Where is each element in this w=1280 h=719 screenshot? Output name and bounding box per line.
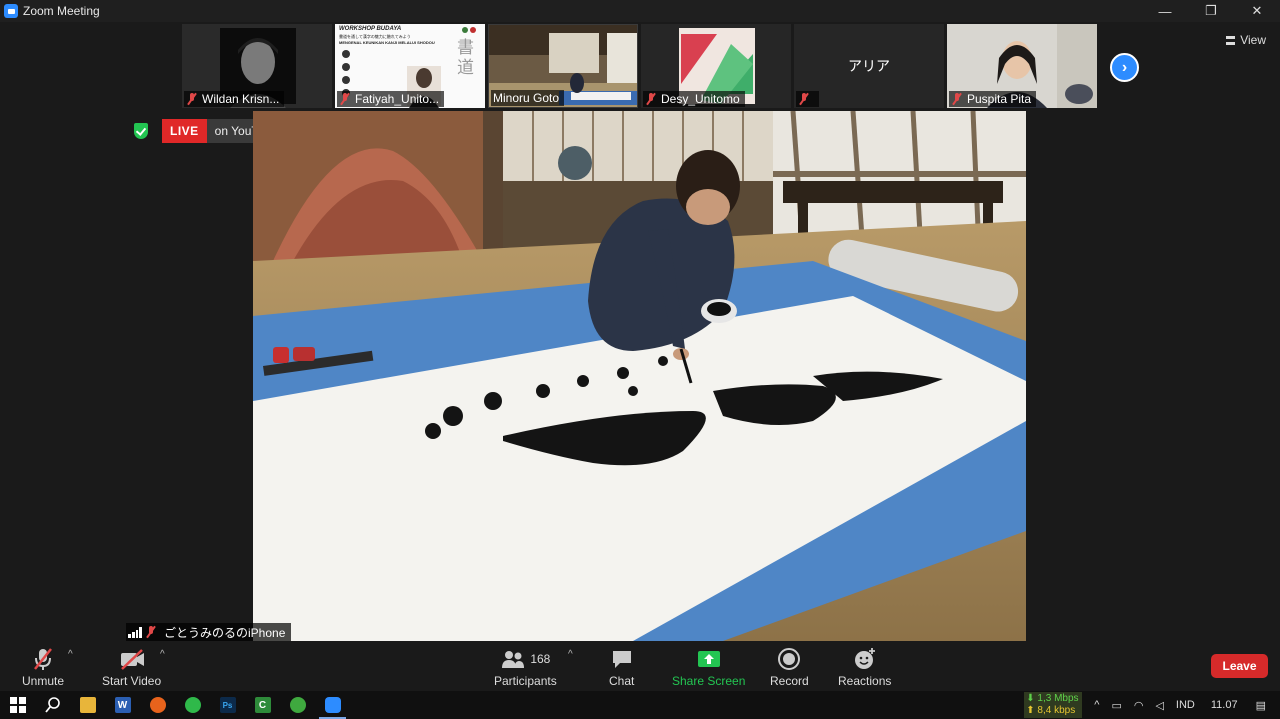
close-button[interactable]: ✕ bbox=[1234, 0, 1280, 22]
meeting-toolbar: Unmute ^ Start Video ^ 168 Participants … bbox=[0, 641, 1280, 691]
show-hidden-icons-chevron-icon[interactable]: ^ bbox=[1094, 699, 1099, 711]
mic-muted-icon bbox=[186, 93, 198, 105]
participant-name: Wildan Krisn... bbox=[184, 91, 285, 107]
grid-view-icon bbox=[1226, 35, 1236, 45]
mic-muted-icon bbox=[145, 626, 157, 638]
word-icon[interactable]: W bbox=[105, 691, 140, 719]
mic-muted-icon bbox=[339, 93, 351, 105]
live-badge[interactable]: LIVE bbox=[162, 119, 207, 143]
share-screen-icon bbox=[697, 651, 720, 667]
unmute-button[interactable]: Unmute bbox=[22, 645, 64, 688]
leave-button[interactable]: Leave bbox=[1211, 654, 1268, 678]
network-speed-widget: ⬇ 1,3 Mbps ⬆ 8,4 kbps bbox=[1024, 692, 1083, 718]
participants-icon bbox=[502, 651, 525, 668]
reactions-smiley-icon bbox=[854, 648, 875, 669]
active-speaker-video bbox=[253, 111, 1026, 641]
search-icon[interactable] bbox=[35, 691, 70, 719]
chat-button[interactable]: Chat bbox=[609, 645, 634, 688]
participant-tile[interactable]: Minoru Goto bbox=[488, 24, 638, 108]
record-icon bbox=[778, 648, 801, 670]
signal-strength-icon bbox=[128, 626, 142, 638]
video-options-caret-icon[interactable]: ^ bbox=[160, 649, 165, 660]
reactions-button[interactable]: Reactions bbox=[838, 645, 891, 688]
microphone-muted-icon bbox=[34, 648, 52, 670]
participants-count: 168 bbox=[530, 652, 551, 666]
mic-muted-icon bbox=[951, 93, 963, 105]
notifications-icon[interactable]: ▤ bbox=[1256, 699, 1266, 712]
clock[interactable]: 11.07 bbox=[1211, 699, 1238, 711]
participant-display-name: アリア bbox=[848, 58, 890, 74]
participant-tile[interactable]: WORKSHOP BUDAYA 書道を通して漢字の魅力に触れてみよう MENGE… bbox=[335, 24, 485, 108]
photoshop-icon[interactable]: Ps bbox=[210, 691, 245, 719]
whatsapp-icon[interactable] bbox=[175, 691, 210, 719]
camtasia-icon[interactable]: C bbox=[245, 691, 280, 719]
title-bar: Zoom Meeting — ❐ ✕ bbox=[0, 0, 1280, 22]
language-indicator[interactable]: IND bbox=[1176, 699, 1195, 711]
record-button[interactable]: Record bbox=[770, 645, 809, 688]
view-button[interactable]: View bbox=[1226, 33, 1266, 47]
participant-name: Puspita Pita bbox=[949, 91, 1037, 107]
participant-name: Fatiyah_Unito... bbox=[337, 91, 445, 107]
security-shield-icon[interactable] bbox=[134, 123, 148, 139]
meeting-stage: Wildan Krisn... WORKSHOP BUDAYA 書道を通して漢字… bbox=[0, 22, 1280, 641]
chat-icon bbox=[612, 651, 631, 668]
firefox-icon[interactable] bbox=[140, 691, 175, 719]
mic-muted-icon bbox=[645, 93, 657, 105]
participant-tile[interactable]: アリア bbox=[794, 24, 944, 108]
participant-name: Minoru Goto bbox=[491, 90, 565, 106]
participant-strip: Wildan Krisn... WORKSHOP BUDAYA 書道を通して漢字… bbox=[182, 24, 1097, 110]
minimize-button[interactable]: — bbox=[1142, 0, 1188, 22]
participant-name bbox=[796, 91, 819, 107]
participant-name: Desy_Unitomo bbox=[643, 91, 745, 107]
participants-options-caret-icon[interactable]: ^ bbox=[568, 649, 573, 660]
wifi-icon[interactable]: ◠ bbox=[1134, 699, 1144, 712]
participants-button[interactable]: 168 Participants bbox=[494, 645, 557, 688]
audio-options-caret-icon[interactable]: ^ bbox=[68, 649, 73, 660]
chevron-right-icon: › bbox=[1121, 58, 1128, 76]
active-speaker-label: ごとうみのるのiPhone bbox=[126, 623, 292, 641]
zoom-logo-icon bbox=[4, 4, 18, 18]
start-video-button[interactable]: Start Video bbox=[102, 645, 161, 688]
mic-muted-icon bbox=[798, 93, 810, 105]
windows-start-icon[interactable] bbox=[0, 691, 35, 719]
calligraphy-scene bbox=[253, 111, 1026, 641]
video-off-icon bbox=[120, 649, 144, 670]
participant-tile[interactable]: Desy_Unitomo bbox=[641, 24, 791, 108]
system-tray: ⬇ 1,3 Mbps ⬆ 8,4 kbps ^ ▭ ◠ ◁ IND 11.07 … bbox=[1024, 691, 1280, 719]
restore-button[interactable]: ❐ bbox=[1188, 0, 1234, 22]
window-title: Zoom Meeting bbox=[23, 4, 100, 18]
battery-icon[interactable]: ▭ bbox=[1111, 699, 1121, 712]
participant-tile[interactable]: Wildan Krisn... bbox=[182, 24, 332, 108]
windows-taskbar: W Ps C ⬇ 1,3 Mbps ⬆ 8,4 kbps ^ ▭ ◠ ◁ IND… bbox=[0, 691, 1280, 719]
next-page-button[interactable]: › bbox=[1110, 53, 1139, 82]
participant-tile[interactable]: Puspita Pita bbox=[947, 24, 1097, 108]
file-explorer-icon[interactable] bbox=[70, 691, 105, 719]
zoom-taskbar-icon[interactable] bbox=[315, 691, 350, 719]
speaker-icon[interactable]: ◁ bbox=[1155, 699, 1163, 712]
share-screen-button[interactable]: Share Screen bbox=[672, 645, 745, 688]
browser-icon[interactable] bbox=[280, 691, 315, 719]
